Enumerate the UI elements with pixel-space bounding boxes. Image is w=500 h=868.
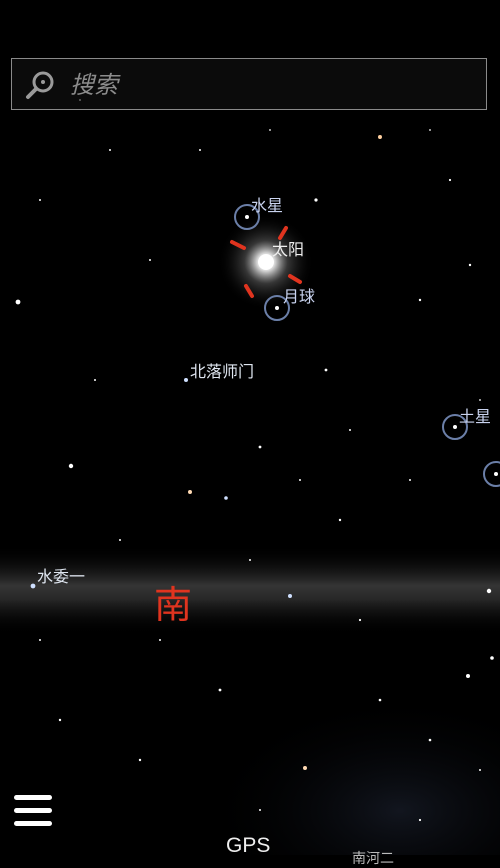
edge-planet-object[interactable]: [483, 461, 500, 487]
search-icon: [26, 71, 54, 99]
label-sun: 太阳: [272, 240, 305, 259]
search-input[interactable]: [68, 65, 472, 105]
label-mercury: 水星: [251, 196, 284, 215]
search-bar[interactable]: [11, 58, 487, 110]
label-star-shuiwei: 水委一: [37, 567, 86, 586]
label-saturn: 土星: [459, 407, 492, 426]
compass-direction-south: 南: [154, 583, 193, 627]
label-fomalhaut: 北落师门: [190, 362, 255, 381]
label-partial-bottom: 南河二: [352, 851, 394, 867]
hamburger-menu-icon[interactable]: [14, 795, 54, 831]
horizon-band: [0, 545, 500, 635]
sky-map[interactable]: [0, 0, 500, 855]
label-moon: 月球: [283, 287, 316, 306]
gps-button[interactable]: GPS: [226, 834, 270, 858]
